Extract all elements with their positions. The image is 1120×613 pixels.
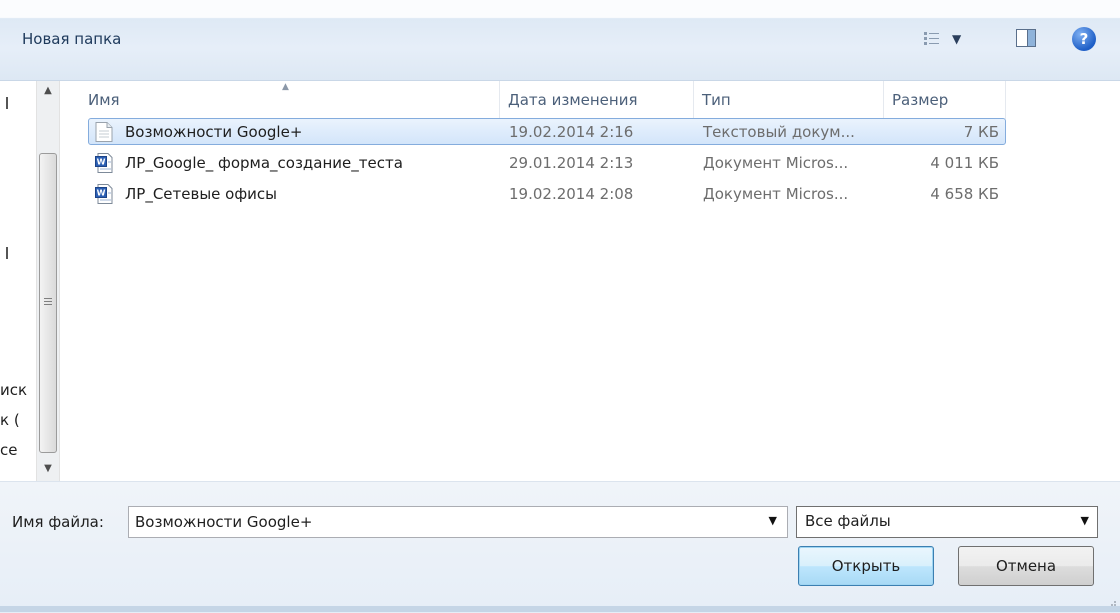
text-document-icon xyxy=(95,122,113,142)
svg-text:W: W xyxy=(97,158,106,167)
dialog-footer: Имя файла: ▼ Все файлы ▼ Открыть Отмена xyxy=(0,481,1120,613)
file-type: Текстовый докум... xyxy=(703,123,855,141)
open-button[interactable]: Открыть xyxy=(798,546,934,586)
file-type: Документ Micros... xyxy=(703,185,849,203)
file-name: ЛР_Google_ форма_создание_теста xyxy=(125,154,403,172)
column-header-size[interactable]: Размер xyxy=(884,81,1006,119)
file-name: Возможности Google+ xyxy=(125,123,303,141)
svg-text:W: W xyxy=(97,189,106,198)
file-list: Имя ▲ Дата изменения Тип Размер Возможно… xyxy=(60,81,1120,481)
nav-tree-item[interactable] xyxy=(6,247,8,259)
file-date: 19.02.2014 2:08 xyxy=(509,185,634,203)
cancel-button[interactable]: Отмена xyxy=(958,546,1094,586)
sort-ascending-icon: ▲ xyxy=(282,82,289,92)
file-type: Документ Micros... xyxy=(703,154,849,172)
nav-pane-scrollbar[interactable]: ▲ ▼ xyxy=(36,81,60,481)
column-header-type[interactable]: Тип xyxy=(694,81,884,119)
command-bar: Новая папка ▼ ? xyxy=(0,0,1120,81)
nav-item-fragment[interactable]: к ( xyxy=(0,411,20,429)
view-details-icon xyxy=(924,32,939,45)
grip-line xyxy=(44,298,52,299)
preview-pane-icon xyxy=(1016,29,1036,47)
nav-item-fragment[interactable]: иск xyxy=(0,381,27,399)
file-size: 4 011 КБ xyxy=(930,154,999,172)
file-row[interactable]: W ЛР_Google_ форма_создание_теста 29.01.… xyxy=(88,149,1006,176)
navigation-pane: иск к ( се xyxy=(0,81,36,481)
file-name: ЛР_Сетевые офисы xyxy=(125,185,278,203)
change-view-button[interactable]: ▼ xyxy=(916,24,972,54)
file-date: 29.01.2014 2:13 xyxy=(509,154,634,172)
file-row[interactable]: W ЛР_Сетевые офисы 19.02.2014 2:08 Докум… xyxy=(88,180,1006,207)
chevron-down-icon[interactable]: ▼ xyxy=(769,514,777,527)
file-row[interactable]: Возможности Google+ 19.02.2014 2:16 Текс… xyxy=(88,118,1006,145)
file-size: 7 КБ xyxy=(963,123,999,141)
word-document-icon: W xyxy=(95,153,113,173)
column-header-name[interactable]: Имя xyxy=(80,81,500,119)
file-type-filter-value: Все файлы xyxy=(805,512,891,530)
file-type-filter-select[interactable]: Все файлы ▼ xyxy=(796,506,1098,538)
help-button[interactable]: ? xyxy=(1066,24,1100,54)
scroll-down-arrow-icon[interactable]: ▼ xyxy=(37,459,59,479)
chevron-down-icon[interactable]: ▼ xyxy=(1081,514,1089,527)
column-header-date[interactable]: Дата изменения xyxy=(500,81,694,119)
nav-item-fragment[interactable]: се xyxy=(0,441,17,459)
help-icon: ? xyxy=(1072,27,1096,51)
filename-label: Имя файла: xyxy=(12,513,104,531)
grip-line xyxy=(44,301,52,302)
word-document-icon: W xyxy=(95,184,113,204)
scroll-thumb[interactable] xyxy=(39,153,57,453)
window-border xyxy=(0,606,1120,612)
filename-input[interactable] xyxy=(135,511,735,533)
scroll-up-arrow-icon[interactable]: ▲ xyxy=(37,81,59,101)
column-header-row: Имя ▲ Дата изменения Тип Размер xyxy=(60,81,1120,119)
new-folder-button[interactable]: Новая папка xyxy=(10,22,133,56)
file-size: 4 658 КБ xyxy=(930,185,999,203)
filename-combobox[interactable]: ▼ xyxy=(128,506,788,538)
grip-line xyxy=(44,304,52,305)
preview-pane-button[interactable] xyxy=(1008,24,1042,54)
file-date: 19.02.2014 2:16 xyxy=(509,123,634,141)
chevron-down-icon: ▼ xyxy=(952,32,962,46)
nav-tree-item[interactable] xyxy=(6,97,8,109)
